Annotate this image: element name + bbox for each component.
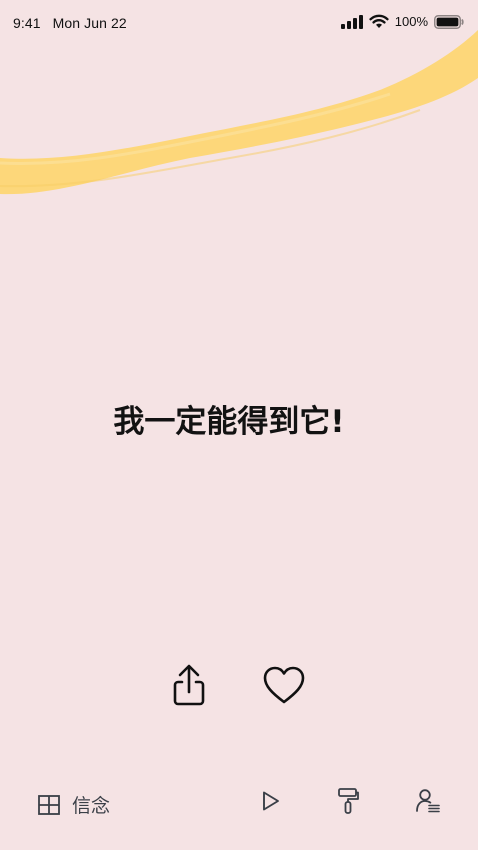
brush-stroke-decoration <box>0 30 478 195</box>
share-button[interactable] <box>165 661 213 709</box>
grid-icon <box>38 794 60 815</box>
share-icon <box>173 664 205 706</box>
play-button[interactable] <box>252 783 288 819</box>
like-button[interactable] <box>260 661 308 709</box>
category-selector[interactable]: 信念 <box>38 791 110 818</box>
quote-text: 我一定能得到它! <box>113 404 345 440</box>
heart-icon <box>263 666 305 704</box>
bottom-toolbar: 信念 <box>0 775 478 831</box>
paint-roller-icon <box>338 788 359 814</box>
profile-list-icon <box>416 789 440 813</box>
profile-button[interactable] <box>410 783 446 819</box>
play-icon <box>263 791 279 811</box>
theme-button[interactable] <box>330 783 366 819</box>
category-label: 信念 <box>72 795 111 817</box>
